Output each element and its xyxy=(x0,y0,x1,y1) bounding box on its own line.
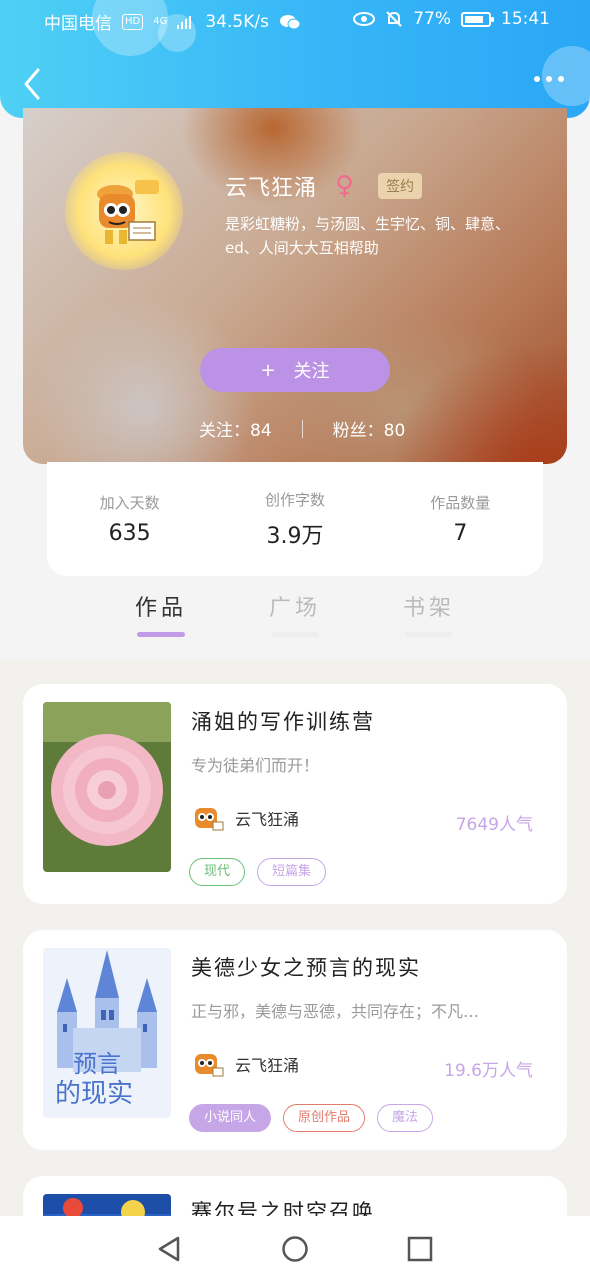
author-name: 云飞狂涌 xyxy=(235,810,300,829)
work-title: 涌姐的写作训练营 xyxy=(191,710,375,734)
author-name: 云飞狂涌 xyxy=(235,1056,300,1075)
female-icon: ♀ xyxy=(335,171,355,201)
follow-label: 关注 xyxy=(293,361,330,382)
fans-stat[interactable]: 粉丝：80 xyxy=(333,416,406,441)
tab-bar: 作品 广场 书架 xyxy=(0,590,590,658)
mute-bell-icon xyxy=(386,11,402,27)
system-nav-bar xyxy=(0,1216,590,1280)
battery-icon xyxy=(461,11,494,27)
tab-indicator xyxy=(271,632,319,637)
following-stat[interactable]: 关注：84 xyxy=(199,416,272,441)
work-description: 专为徒弟们而开！ xyxy=(191,756,320,775)
tag-row: 现代 短篇集 xyxy=(189,858,327,886)
wechat-icon xyxy=(279,14,301,29)
nav-recents-icon[interactable] xyxy=(405,1234,435,1264)
following-count: 84 xyxy=(250,421,272,441)
cover-title-line1: 预言 xyxy=(73,1050,121,1078)
work-description: 正与邪，美德与恶德，共同存在；不凡… xyxy=(191,1002,480,1021)
tab-label: 作品 xyxy=(134,596,187,621)
stat-work-count: 作品数量 7 xyxy=(385,492,535,546)
tag[interactable]: 魔法 xyxy=(377,1104,434,1132)
stat-label: 创作字数 xyxy=(264,490,325,509)
tag-row: 小说同人 原创作品 魔法 xyxy=(189,1104,434,1132)
tab-bookshelf[interactable]: 书架 xyxy=(384,590,474,637)
stat-value: 3.9万 xyxy=(266,523,324,549)
carrier-label: 中国电信 xyxy=(44,14,112,34)
stat-label: 作品数量 xyxy=(430,494,491,512)
signed-badge: 签约 xyxy=(378,173,423,199)
popularity-count: 19.6万人气 xyxy=(444,1061,533,1081)
follow-stats: 关注：84 粉丝：80 xyxy=(199,416,405,441)
clock: 15:41 xyxy=(501,9,550,29)
chevron-left-icon xyxy=(24,68,40,100)
work-title: 美德少女之预言的现实 xyxy=(191,956,421,980)
avatar[interactable] xyxy=(65,152,183,270)
plus-icon: + xyxy=(260,359,276,381)
battery-percent: 77% xyxy=(413,9,451,29)
stat-label: 加入天数 xyxy=(99,494,160,512)
cover-title-line2: 的现实 xyxy=(55,1079,133,1109)
header-band: 中国电信 HD 4G 34.5K/s 77% 15:41 xyxy=(0,0,590,118)
stat-join-days: 加入天数 635 xyxy=(55,492,205,546)
stat-value: 7 xyxy=(453,521,468,546)
follow-button[interactable]: + 关注 xyxy=(200,348,390,392)
castle-cover-image: 预言 的现实 xyxy=(43,948,171,1118)
tab-works[interactable]: 作品 xyxy=(116,590,206,637)
tab-label: 广场 xyxy=(268,596,321,621)
tag[interactable]: 原创作品 xyxy=(283,1104,366,1132)
divider xyxy=(301,419,303,438)
stats-card: 加入天数 635 创作字数 3.9万 作品数量 7 xyxy=(47,462,543,576)
tag[interactable]: 短篇集 xyxy=(257,858,327,886)
more-dot xyxy=(546,76,552,82)
author-avatar-icon xyxy=(195,808,224,831)
tab-indicator xyxy=(405,632,453,637)
user-name: 云飞狂涌 xyxy=(225,176,318,201)
more-button[interactable] xyxy=(534,76,564,82)
tab-label: 书架 xyxy=(402,596,455,621)
profile-card: 云飞狂涌 ♀ 签约 是彩虹糖粉，与汤圆、生宇忆、铜、肆意、ed、人间大大互相帮助… xyxy=(23,108,567,464)
fans-count: 80 xyxy=(383,421,406,441)
author-mascot-icon xyxy=(97,180,159,244)
more-dot xyxy=(558,76,564,82)
work-card[interactable]: 涌姐的写作训练营 专为徒弟们而开！ 云飞狂涌 7649人气 现代 短篇集 xyxy=(23,684,567,904)
author-row: 云飞狂涌 xyxy=(189,1046,299,1082)
hd-badge: HD xyxy=(122,13,144,30)
tab-indicator xyxy=(137,632,185,637)
network-speed: 34.5K/s xyxy=(205,11,269,32)
more-dot xyxy=(534,76,540,82)
tab-square[interactable]: 广场 xyxy=(250,590,340,637)
following-label: 关注： xyxy=(199,421,250,441)
nav-home-icon[interactable] xyxy=(280,1234,310,1264)
status-bar: 中国电信 HD 4G 34.5K/s 77% 15:41 xyxy=(0,0,590,40)
user-bio: 是彩虹糖粉，与汤圆、生宇忆、铜、肆意、ed、人间大大互相帮助 xyxy=(225,215,511,257)
nav-back-icon[interactable] xyxy=(154,1234,184,1264)
signal-icon xyxy=(177,15,192,29)
popularity-count: 7649人气 xyxy=(455,815,533,835)
flower-cover-image xyxy=(43,702,171,872)
stat-word-count: 创作字数 3.9万 xyxy=(220,489,370,550)
work-card[interactable]: 预言 的现实 美德少女之预言的现实 正与邪，美德与恶德，共同存在；不凡… 云飞狂… xyxy=(23,930,567,1150)
book-cover[interactable] xyxy=(43,702,171,872)
author-row: 云飞狂涌 xyxy=(189,800,299,836)
fans-label: 粉丝： xyxy=(332,421,384,441)
tag[interactable]: 小说同人 xyxy=(189,1104,272,1132)
network-label: 4G xyxy=(153,15,168,27)
book-cover[interactable]: 预言 的现实 xyxy=(43,948,171,1118)
eye-icon xyxy=(353,12,376,26)
stat-value: 635 xyxy=(108,521,151,546)
author-avatar-icon xyxy=(195,1054,224,1077)
tag[interactable]: 现代 xyxy=(189,858,246,886)
back-button[interactable] xyxy=(18,66,48,102)
